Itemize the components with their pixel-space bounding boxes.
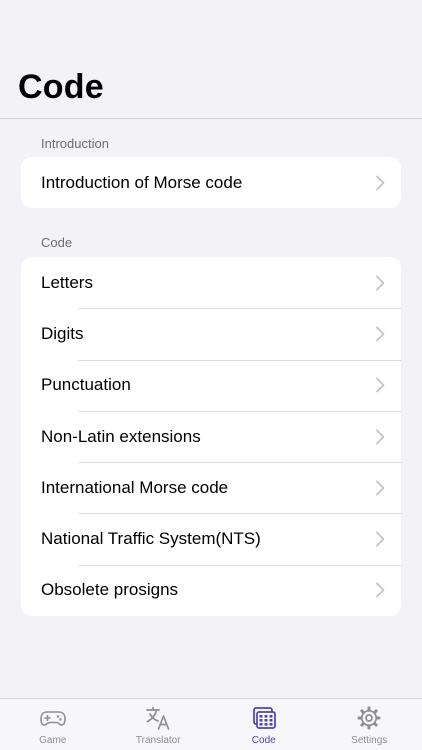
- chevron-right-icon: [376, 429, 385, 444]
- tab-game[interactable]: Game: [0, 699, 106, 750]
- title-divider: [0, 118, 422, 119]
- page-title: Code: [18, 68, 104, 106]
- code-group: Letters Digits Punctuation Non-Latin ext…: [21, 257, 401, 617]
- list-item-obsolete-prosigns[interactable]: Obsolete prosigns: [21, 564, 401, 616]
- tab-translator[interactable]: Translator: [106, 699, 212, 750]
- list-item-label: Letters: [41, 272, 93, 292]
- tab-code[interactable]: Code: [211, 699, 317, 750]
- list-item-label: Punctuation: [41, 375, 131, 395]
- code-screen: Code Introduction Introduction of Morse …: [0, 0, 422, 750]
- chevron-right-icon: [376, 480, 385, 496]
- chevron-right-icon: [376, 583, 385, 598]
- chevron-right-icon: [376, 326, 385, 342]
- section-header-introduction: Introduction: [41, 136, 109, 151]
- list-item-label: Introduction of Morse code: [41, 172, 243, 192]
- tab-settings[interactable]: Settings: [317, 699, 422, 750]
- tab-label: Game: [39, 735, 67, 746]
- introduction-group: Introduction of Morse code: [21, 157, 401, 209]
- list-item-non-latin-extensions[interactable]: Non-Latin extensions: [21, 410, 401, 462]
- list-item-digits[interactable]: Digits: [21, 308, 401, 359]
- list-item-national-traffic-system[interactable]: National Traffic System(NTS): [21, 513, 401, 564]
- list-item-punctuation[interactable]: Punctuation: [21, 359, 401, 411]
- list-item-label: National Traffic System(NTS): [41, 529, 261, 549]
- list-item-introduction[interactable]: Introduction of Morse code: [21, 157, 401, 208]
- translate-icon: [146, 706, 170, 730]
- list-item-letters[interactable]: Letters: [21, 257, 401, 308]
- chevron-right-icon: [376, 175, 385, 191]
- tab-label: Translator: [135, 735, 181, 746]
- list-item-label: Obsolete prosigns: [41, 580, 179, 600]
- list-item-label: Non-Latin extensions: [41, 426, 201, 446]
- gamepad-icon: [39, 711, 66, 726]
- tab-label: Code: [251, 735, 276, 746]
- section-header-code: Code: [41, 235, 73, 250]
- tab-label: Settings: [351, 735, 388, 746]
- chevron-right-icon: [376, 377, 385, 393]
- list-item-label: International Morse code: [41, 477, 229, 497]
- code-table-icon: [252, 707, 276, 729]
- tab-bar: Game Translator Code Settings: [0, 698, 422, 750]
- list-item-label: Digits: [41, 323, 84, 343]
- gear-icon: [357, 706, 381, 730]
- list-item-international-morse-code[interactable]: International Morse code: [21, 462, 401, 513]
- chevron-right-icon: [376, 275, 385, 291]
- chevron-right-icon: [376, 531, 385, 547]
